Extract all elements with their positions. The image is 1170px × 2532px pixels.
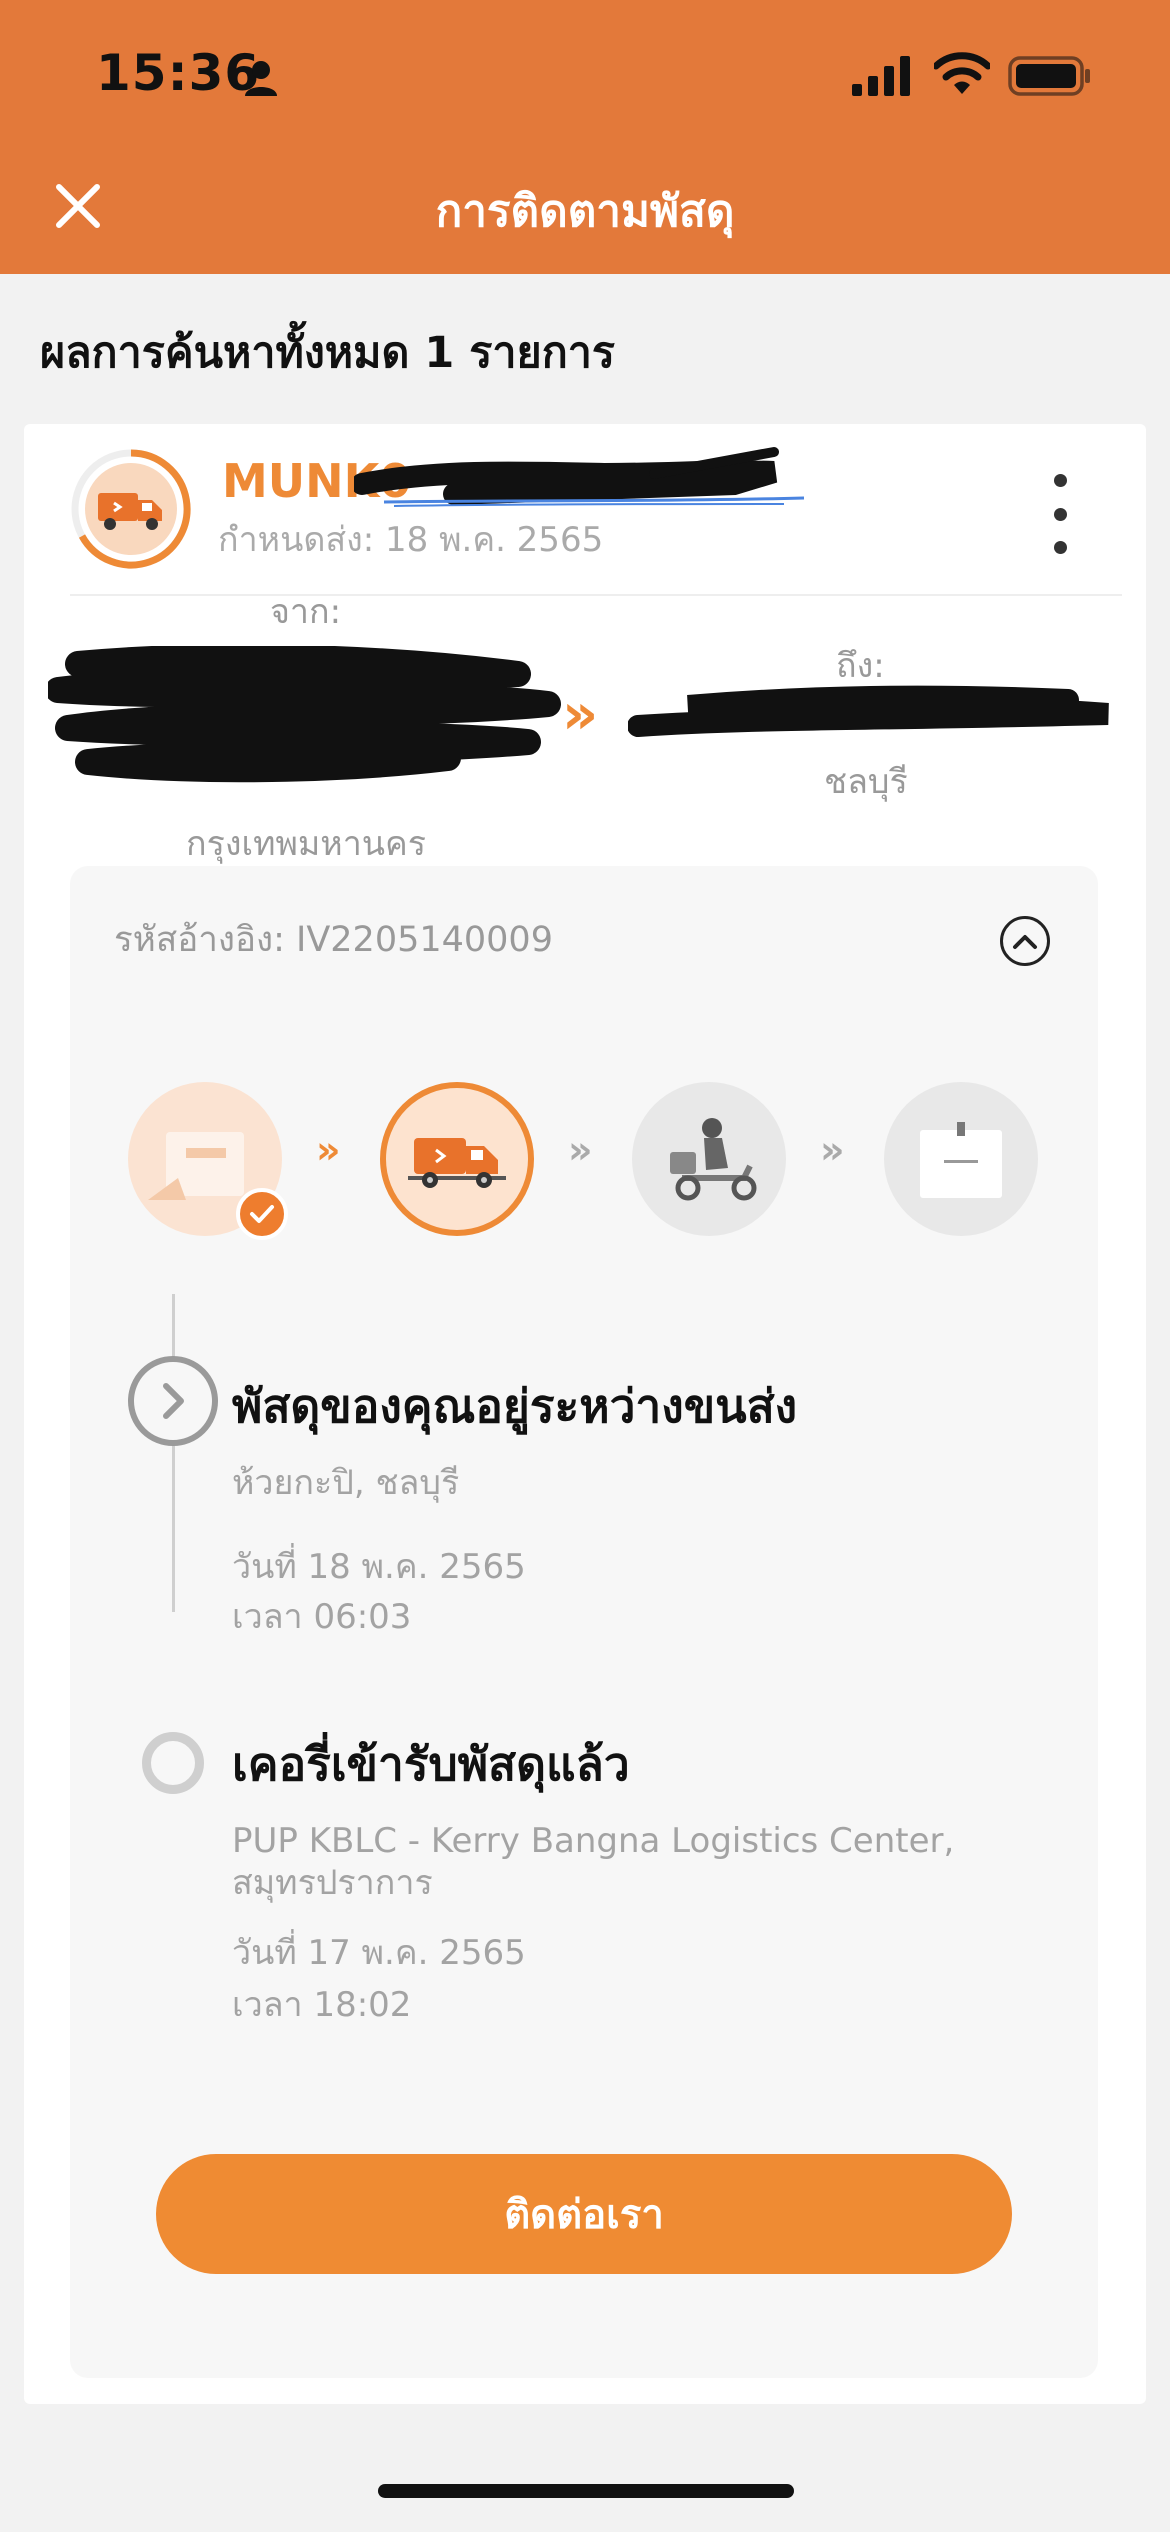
person-icon (245, 61, 277, 96)
step-delivered (884, 1082, 1038, 1236)
to-city: ชลบุรี (824, 762, 908, 802)
reference-code: รหัสอ้างอิง: IV2205140009 (114, 920, 553, 960)
check-icon (236, 1188, 288, 1240)
event-date: วันที่ 18 พ.ค. 2565 (232, 1547, 526, 1587)
route-arrow: » (562, 682, 599, 747)
event-title: พัสดุของคุณอยู่ระหว่างขนส่ง (232, 1379, 798, 1433)
scooter-icon (670, 1118, 757, 1201)
step-out-for-delivery (632, 1082, 786, 1236)
battery-icon (1008, 56, 1090, 96)
truck-icon (408, 1138, 506, 1188)
more-icon (1053, 474, 1067, 487)
app-header: 15:36 การติดตามพัสดุ (0, 0, 1170, 274)
sender-redacted (48, 646, 561, 783)
due-date: กำหนดส่ง: 18 พ.ค. 2565 (218, 520, 604, 560)
event-time: เวลา 06:03 (232, 1597, 412, 1637)
recipient-redacted (628, 685, 1109, 737)
step-picked-up (128, 1082, 288, 1240)
collapse-button[interactable] (1000, 916, 1050, 966)
contact-us-button[interactable]: ติดต่อเรา (156, 2154, 1012, 2274)
truck-icon (71, 449, 191, 569)
more-options-button[interactable] (1040, 474, 1080, 554)
event-date: วันที่ 17 พ.ค. 2565 (232, 1933, 526, 1973)
event-location: สมุทรปราการ (232, 1863, 433, 1903)
chevron-right-icon (163, 1383, 184, 1419)
shipment-card: MUNK0 กำหนดส่ง: 18 พ.ค. 2565 จาก: » ถึง:… (24, 424, 1146, 2404)
chevron-up-icon (1013, 935, 1037, 949)
detail-panel: รหัสอ้างอิง: IV2205140009 » » » พัสดุของ… (70, 866, 1098, 2378)
timeline-node (142, 1732, 204, 1794)
page-title: การติดตามพัสดุ (435, 186, 735, 237)
timeline-line (172, 1294, 175, 1612)
from-city: กรุงเทพมหานคร (186, 824, 427, 864)
results-bar: ผลการค้นหาทั้งหมด 1 รายการ (0, 274, 1170, 424)
wifi-icon (934, 52, 990, 94)
results-summary: ผลการค้นหาทั้งหมด 1 รายการ (40, 328, 615, 378)
divider (70, 594, 1122, 596)
signal-icon (852, 56, 910, 96)
step-in-transit (380, 1082, 534, 1236)
status-time: 15:36 (96, 44, 261, 102)
step-separator: » (316, 1128, 341, 1172)
event-time: เวลา 18:02 (232, 1985, 412, 2025)
event-location: ห้วยกะปิ, ชลบุรี (232, 1463, 460, 1503)
timeline-node-current (128, 1356, 218, 1446)
event-title: เคอรี่เข้ารับพัสดุแล้ว (232, 1737, 630, 1791)
step-separator: » (568, 1128, 593, 1172)
from-label: จาก: (270, 592, 342, 632)
box-icon (920, 1122, 1002, 1198)
step-separator: » (820, 1128, 845, 1172)
home-indicator[interactable] (378, 2484, 794, 2498)
